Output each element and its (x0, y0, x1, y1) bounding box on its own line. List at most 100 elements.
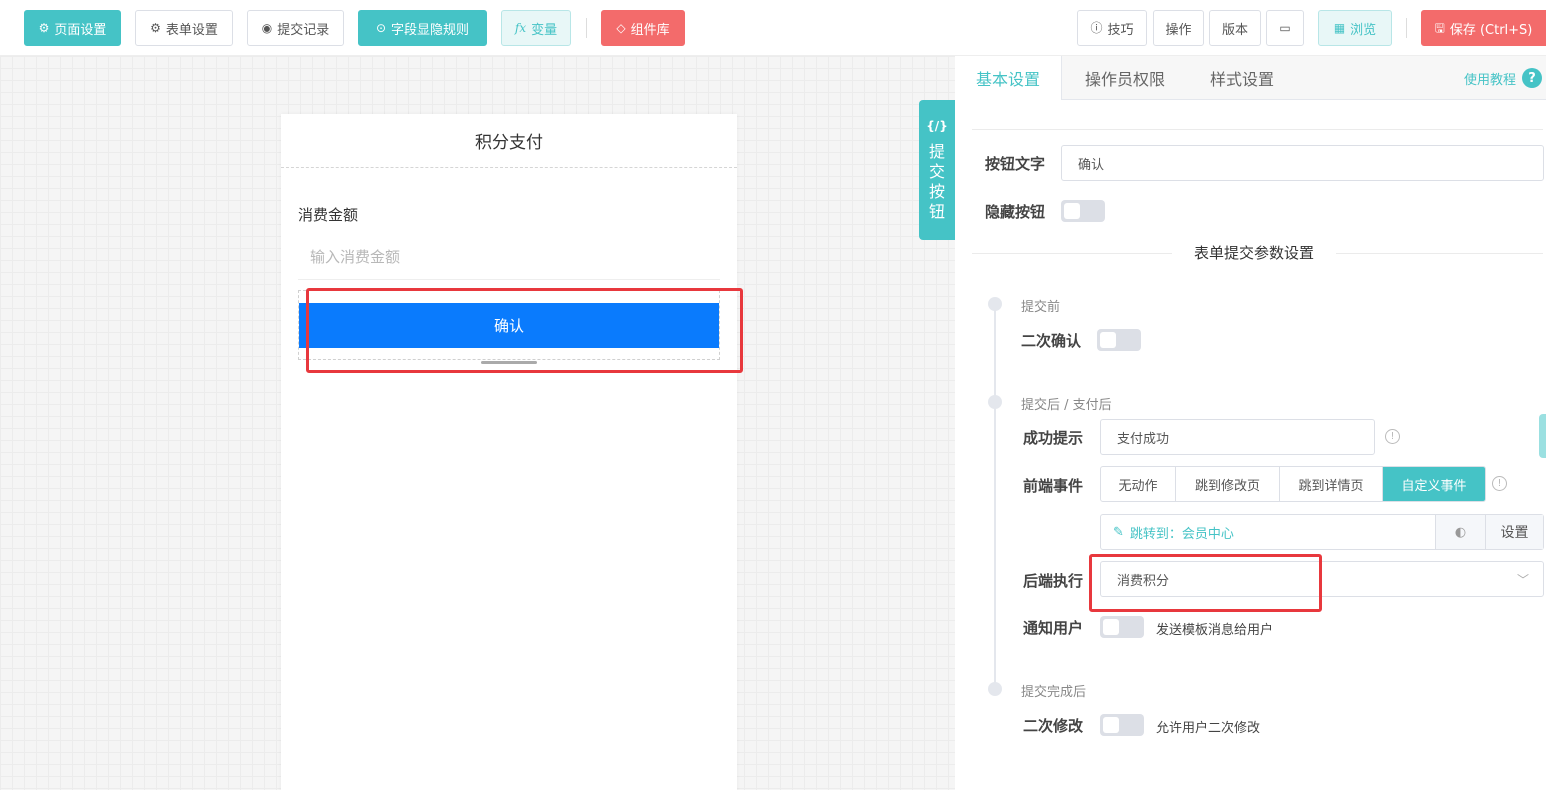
second-edit-label: 二次修改 (1023, 717, 1084, 735)
edit-icon: ✎ (1113, 524, 1124, 540)
version-label: 版本 (1221, 22, 1248, 38)
jump-target-link[interactable]: ✎ 跳转到：会员中心 (1101, 515, 1435, 549)
form-settings-label: 表单设置 (165, 22, 218, 38)
save-button[interactable]: 🖫 保存 (Ctrl+S) (1421, 10, 1546, 46)
timeline-dot (988, 682, 1002, 696)
question-icon: ? (1522, 68, 1542, 88)
timeline-dot (988, 395, 1002, 409)
amount-field-label: 消费金额 (298, 206, 359, 224)
after-submit-label: 提交后 / 支付后 (1021, 398, 1112, 413)
toolbar-divider (586, 18, 587, 38)
variables-label: 变量 (531, 22, 558, 38)
info-icon[interactable]: ! (1492, 476, 1507, 491)
variables-button[interactable]: fx 变量 (501, 10, 571, 46)
side-tab-char: 提 (928, 142, 945, 161)
tips-button[interactable]: ⓘ 技巧 (1077, 10, 1147, 46)
toolbar-divider (1406, 18, 1407, 38)
success-tip-label: 成功提示 (1023, 429, 1084, 447)
submit-records-button[interactable]: ◉ 提交记录 (247, 10, 344, 46)
jump-target-text: 跳转到：会员中心 (1129, 526, 1234, 542)
desktop-view-button[interactable]: ▭ (1266, 10, 1304, 46)
page-settings-label: 页面设置 (54, 22, 107, 38)
chevron-down-icon: ﹀ (1516, 572, 1529, 587)
frontend-event-label: 前端事件 (1023, 477, 1084, 495)
event-option-detail-page[interactable]: 跳到详情页 (1280, 467, 1383, 501)
amount-input[interactable]: 输入消费金额 (298, 234, 720, 280)
backend-exec-value: 消费积分 (1117, 573, 1170, 589)
info-icon[interactable]: ! (1385, 429, 1400, 444)
timeline-line (994, 306, 996, 686)
save-label: 保存 (Ctrl+S) (1449, 22, 1533, 38)
submit-records-label: 提交记录 (277, 22, 330, 38)
operations-button[interactable]: 操作 (1153, 10, 1204, 46)
tab-style-settings[interactable]: 样式设置 (1210, 56, 1274, 100)
submit-button-component[interactable]: 确认 (298, 290, 720, 364)
second-confirm-toggle[interactable] (1097, 329, 1141, 351)
side-tab-char: 交 (928, 162, 945, 181)
collapse-tab[interactable] (1539, 414, 1546, 458)
properties-panel: 基本设置 操作员权限 样式设置 使用教程 ? 按钮文字 确认 隐藏按钮 表单提交… (955, 56, 1546, 790)
backend-exec-select[interactable]: 消费积分 ﹀ (1100, 561, 1544, 597)
palette-icon: ◐ (1454, 524, 1467, 540)
tutorial-label: 使用教程 (1463, 72, 1516, 88)
event-option-custom[interactable]: 自定义事件 (1383, 467, 1485, 501)
divider (972, 129, 1543, 130)
tips-label: 技巧 (1107, 22, 1134, 38)
form-settings-button[interactable]: ⚙ 表单设置 (135, 10, 233, 46)
section-title: 表单提交参数设置 (1172, 242, 1337, 263)
notify-user-toggle[interactable] (1100, 616, 1144, 638)
design-canvas: 积分支付 消费金额 输入消费金额 确认 (0, 56, 955, 790)
eye-icon: ◉ (261, 21, 273, 35)
second-edit-desc: 允许用户二次修改 (1156, 721, 1261, 736)
field-rules-label: 字段显隐规则 (391, 22, 470, 38)
second-confirm-label: 二次确认 (1021, 332, 1082, 350)
event-option-edit-page[interactable]: 跳到修改页 (1176, 467, 1280, 501)
tutorial-link[interactable]: 使用教程 ? (1464, 68, 1542, 88)
preview-label: 浏览 (1350, 22, 1377, 38)
frontend-event-selector: 无动作 跳到修改页 跳到详情页 自定义事件 (1100, 466, 1486, 502)
link-icon: ⊙ (375, 21, 387, 35)
fx-icon: fx (514, 21, 527, 35)
submit-button-side-tab[interactable]: {/} 提 交 按 钮 (919, 100, 955, 240)
operations-label: 操作 (1165, 22, 1192, 38)
component-library-label: 组件库 (630, 22, 670, 38)
before-submit-label: 提交前 (1021, 300, 1061, 315)
resize-handle[interactable] (481, 361, 537, 364)
version-button[interactable]: 版本 (1209, 10, 1261, 46)
gear-icon: ⚙ (150, 21, 161, 35)
backend-exec-label: 后端执行 (1023, 572, 1084, 590)
timeline-dot (988, 297, 1002, 311)
code-icon: {/} (926, 119, 948, 133)
monitor-icon: ▭ (1279, 21, 1291, 35)
jump-target-field: ✎ 跳转到：会员中心 ◐ 设置 (1100, 514, 1544, 550)
button-text-input[interactable]: 确认 (1061, 145, 1544, 181)
button-text-label: 按钮文字 (985, 155, 1046, 173)
side-tab-char: 按 (928, 182, 945, 201)
notify-user-label: 通知用户 (1023, 619, 1084, 637)
diamond-icon: ◇ (616, 21, 626, 35)
hide-button-label: 隐藏按钮 (985, 203, 1046, 221)
panel-tabs: 基本设置 操作员权限 样式设置 使用教程 ? (955, 56, 1546, 100)
tab-operator-permissions[interactable]: 操作员权限 (1085, 56, 1165, 100)
gear-icon: ⚙ (38, 21, 50, 35)
settings-button[interactable]: 设置 (1485, 515, 1543, 549)
field-rules-button[interactable]: ⊙ 字段显隐规则 (358, 10, 487, 46)
top-toolbar: ⚙ 页面设置 ⚙ 表单设置 ◉ 提交记录 ⊙ 字段显隐规则 fx 变量 ◇ 组件… (0, 0, 1546, 56)
palette-button[interactable]: ◐ (1435, 515, 1485, 549)
second-edit-toggle[interactable] (1100, 714, 1144, 736)
hide-button-toggle[interactable] (1061, 200, 1105, 222)
floppy-icon: 🖫 (1434, 21, 1445, 35)
preview-button[interactable]: ▦ 浏览 (1318, 10, 1392, 46)
info-icon: ⓘ (1090, 21, 1103, 35)
page-title: 积分支付 (281, 114, 737, 168)
notify-user-desc: 发送模板消息给用户 (1156, 623, 1274, 638)
qrcode-icon: ▦ (1333, 21, 1346, 35)
phone-preview: 积分支付 消费金额 输入消费金额 确认 (281, 114, 737, 790)
success-tip-input[interactable]: 支付成功 (1100, 419, 1375, 455)
page-settings-button[interactable]: ⚙ 页面设置 (24, 10, 121, 46)
event-option-none[interactable]: 无动作 (1101, 467, 1176, 501)
component-library-button[interactable]: ◇ 组件库 (601, 10, 685, 46)
confirm-button[interactable]: 确认 (299, 303, 719, 348)
after-complete-label: 提交完成后 (1021, 685, 1087, 700)
tab-basic-settings[interactable]: 基本设置 (955, 56, 1062, 100)
